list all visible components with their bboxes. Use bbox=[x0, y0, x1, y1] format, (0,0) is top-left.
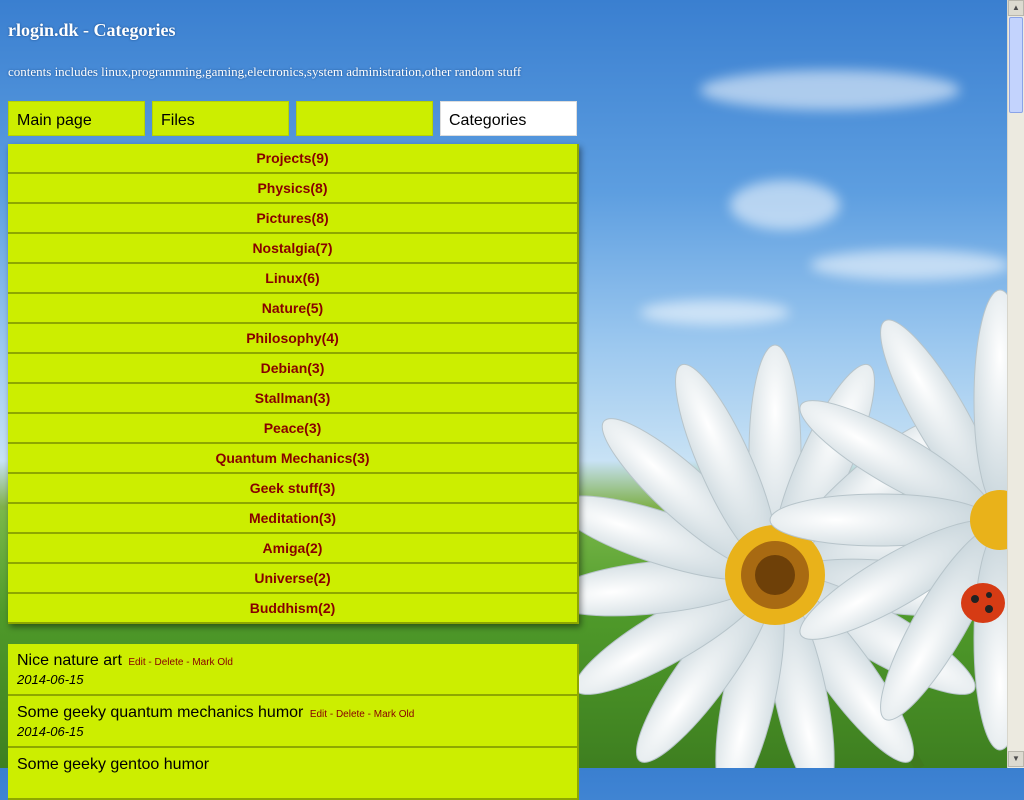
category-link-linux[interactable]: Linux(6) bbox=[8, 264, 579, 294]
post-title-link[interactable]: Some geeky gentoo humor bbox=[17, 756, 209, 773]
post-list: Nice nature art Edit - Delete - Mark Old… bbox=[8, 644, 579, 800]
scroll-up-arrow-icon[interactable]: ▲ bbox=[1008, 0, 1024, 16]
cloud-decoration bbox=[580, 0, 1010, 768]
post-date: 2014-06-15 bbox=[17, 672, 84, 687]
category-link-universe[interactable]: Universe(2) bbox=[8, 564, 579, 594]
scroll-down-arrow-icon[interactable]: ▼ bbox=[1008, 751, 1024, 767]
post-actions: Edit - Delete - Mark Old bbox=[128, 657, 233, 668]
category-link-projects[interactable]: Projects(9) bbox=[8, 144, 579, 174]
category-link-peace[interactable]: Peace(3) bbox=[8, 414, 579, 444]
post-actions: Edit - Delete - Mark Old bbox=[309, 709, 415, 720]
mark-old-link[interactable]: Mark Old bbox=[374, 709, 415, 720]
category-link-physics[interactable]: Physics(8) bbox=[8, 174, 579, 204]
site-subtitle: contents includes linux,programming,gami… bbox=[8, 64, 522, 79]
vertical-scrollbar[interactable]: ▲ ▼ bbox=[1007, 0, 1024, 768]
category-link-meditation[interactable]: Meditation(3) bbox=[8, 504, 579, 534]
tab-main-page[interactable]: Main page bbox=[8, 101, 145, 136]
post-item: Some geeky quantum mechanics humor Edit … bbox=[8, 696, 579, 748]
edit-link[interactable]: Edit bbox=[128, 657, 145, 668]
category-link-philosophy[interactable]: Philosophy(4) bbox=[8, 324, 579, 354]
category-link-stallman[interactable]: Stallman(3) bbox=[8, 384, 579, 414]
delete-link[interactable]: Delete bbox=[336, 709, 365, 720]
category-link-debian[interactable]: Debian(3) bbox=[8, 354, 579, 384]
post-item: Some geeky gentoo humor bbox=[8, 748, 579, 800]
tab-empty[interactable] bbox=[296, 101, 433, 136]
post-title-link[interactable]: Nice nature art bbox=[17, 652, 122, 669]
mark-old-link[interactable]: Mark Old bbox=[192, 657, 233, 668]
category-link-buddhism[interactable]: Buddhism(2) bbox=[8, 594, 579, 624]
post-item: Nice nature art Edit - Delete - Mark Old… bbox=[8, 644, 579, 696]
category-link-pictures[interactable]: Pictures(8) bbox=[8, 204, 579, 234]
edit-link[interactable]: Edit bbox=[310, 709, 327, 720]
category-link-amiga[interactable]: Amiga(2) bbox=[8, 534, 579, 564]
tab-categories[interactable]: Categories bbox=[440, 101, 577, 136]
category-link-geek-stuff[interactable]: Geek stuff(3) bbox=[8, 474, 579, 504]
category-list: Projects(9) Physics(8) Pictures(8) Nosta… bbox=[8, 144, 579, 624]
post-date: 2014-06-15 bbox=[17, 724, 84, 739]
delete-link[interactable]: Delete bbox=[155, 657, 184, 668]
category-link-nostalgia[interactable]: Nostalgia(7) bbox=[8, 234, 579, 264]
scroll-thumb[interactable] bbox=[1009, 17, 1023, 113]
category-link-nature[interactable]: Nature(5) bbox=[8, 294, 579, 324]
tab-files[interactable]: Files bbox=[152, 101, 289, 136]
post-title-link[interactable]: Some geeky quantum mechanics humor bbox=[17, 704, 303, 721]
category-link-quantum-mechanics[interactable]: Quantum Mechanics(3) bbox=[8, 444, 579, 474]
site-title: rlogin.dk - Categories bbox=[8, 20, 176, 40]
